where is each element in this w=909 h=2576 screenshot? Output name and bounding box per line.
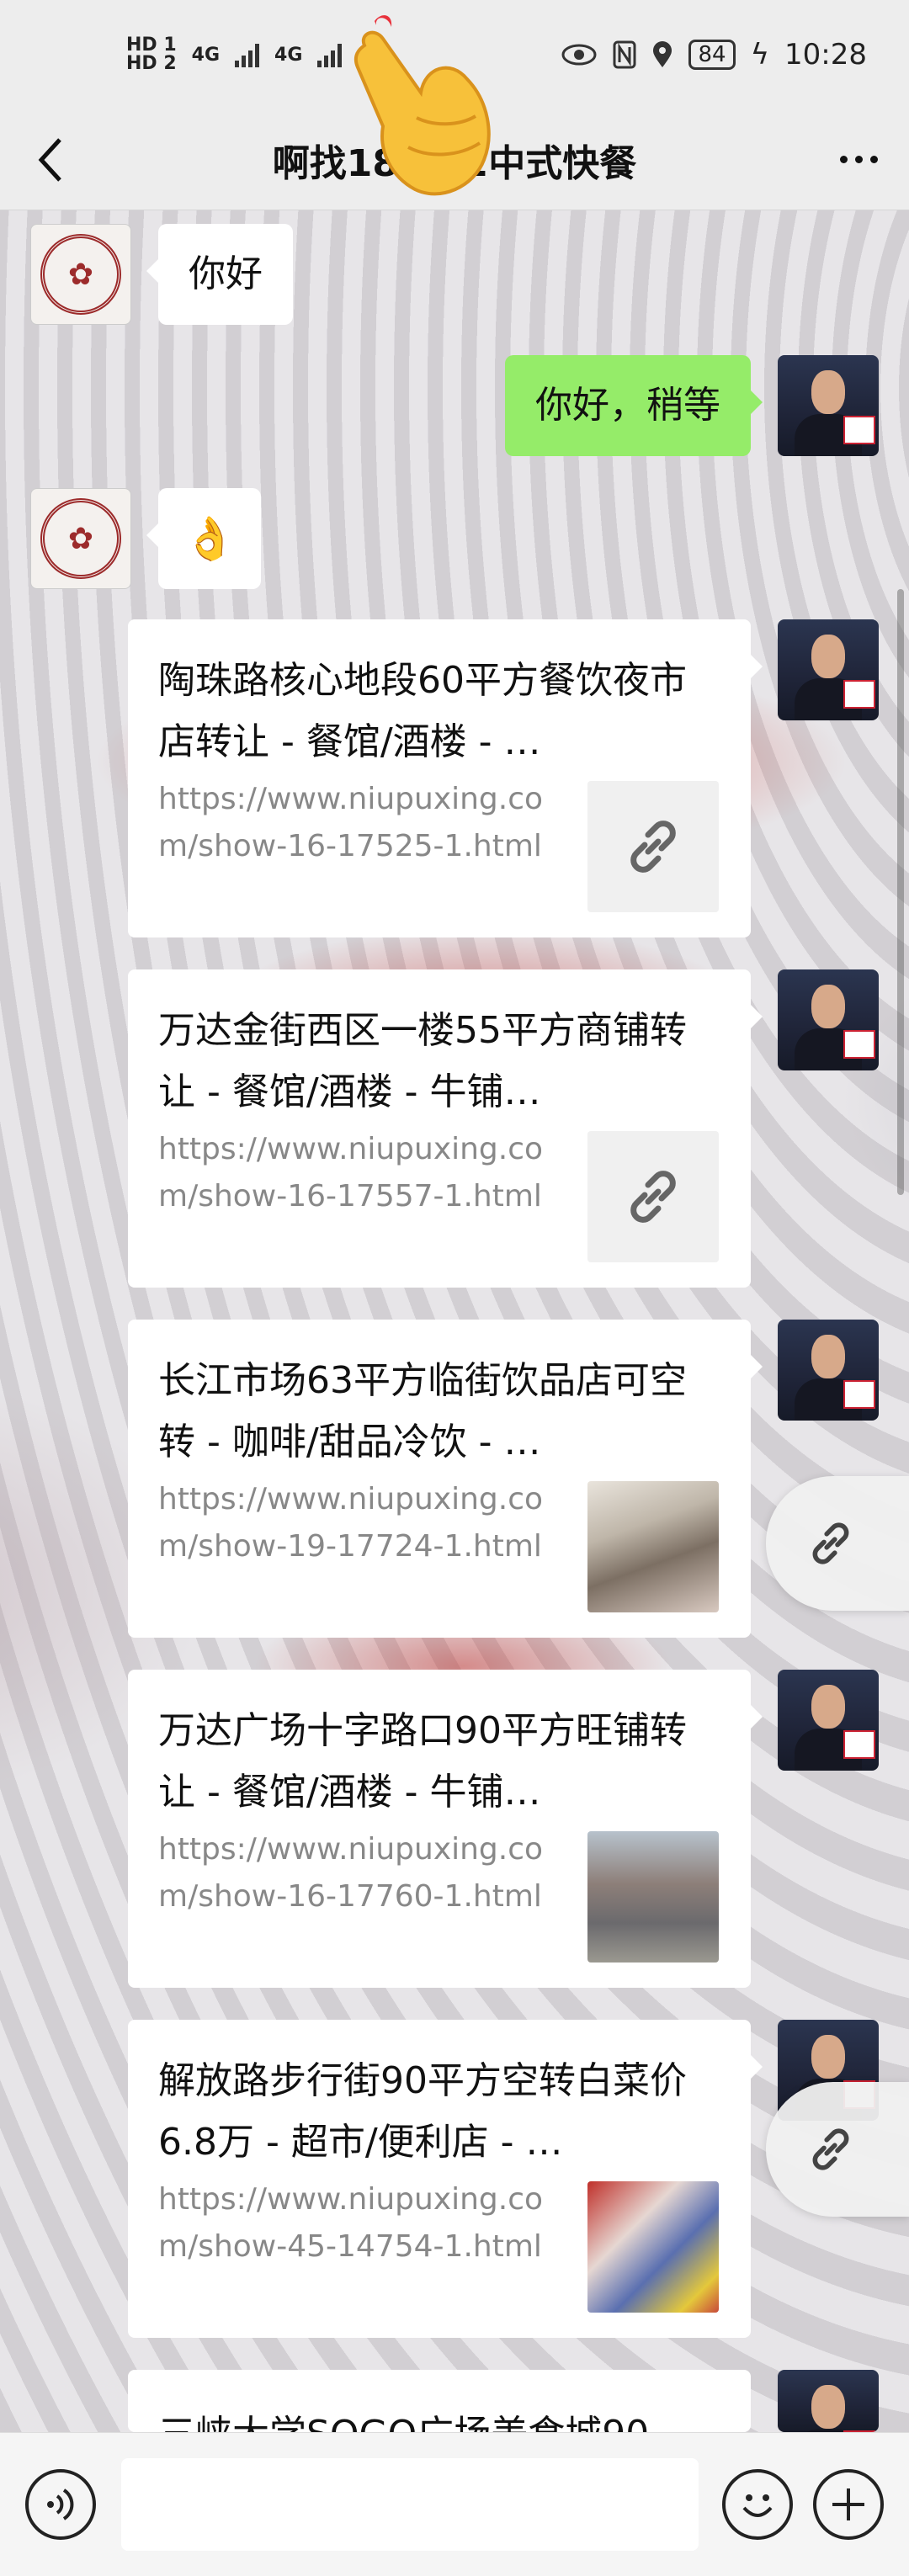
link-thumb	[587, 781, 719, 912]
link-icon	[630, 1171, 676, 1223]
ok-hand-emoji: 👌	[183, 513, 237, 563]
chevron-left-icon	[38, 137, 61, 182]
plus-icon	[832, 2488, 864, 2520]
message-bubble[interactable]: 你好	[146, 224, 293, 325]
link-card-url: https://www.niupuxing.com/show-16-17760-…	[158, 1832, 544, 1914]
link-card[interactable]: 万达金街西区一楼55平方商铺转让 - 餐馆/酒楼 - 牛铺… https://w…	[128, 969, 763, 1288]
signal-icon	[317, 42, 343, 67]
link-card[interactable]: 三峡大学SOGO广场美食城90	[128, 2370, 751, 2432]
link-card-title: 陶珠路核心地段60平方餐饮夜市店转让 - 餐馆/酒楼 - …	[158, 659, 687, 763]
status-right: 84 ϟ 10:28	[561, 38, 867, 72]
link-icon	[630, 821, 676, 873]
message-bubble[interactable]: 👌	[146, 488, 262, 589]
message-bubble-self[interactable]: 你好，稍等	[505, 355, 763, 456]
seal-logo: ✿	[40, 234, 121, 315]
link-card[interactable]: 长江市场63平方临街饮品店可空转 - 咖啡/甜品冷饮 - … https://w…	[128, 1320, 763, 1638]
location-icon	[653, 41, 672, 67]
link-card-title: 万达金街西区一楼55平方商铺转让 - 餐馆/酒楼 - 牛铺…	[158, 1009, 687, 1113]
link-card[interactable]: 万达广场十字路口90平方旺铺转让 - 餐馆/酒楼 - 牛铺… https://w…	[128, 1670, 763, 1988]
floating-link-button[interactable]	[766, 1476, 909, 1611]
emoji-button[interactable]	[722, 2469, 793, 2540]
my-avatar[interactable]	[778, 619, 879, 720]
network-label: 4G	[191, 44, 221, 66]
message-text: 你好	[189, 252, 263, 296]
link-card-url: https://www.niupuxing.com/show-16-17557-…	[158, 1132, 544, 1214]
link-thumb-photo	[587, 1831, 719, 1963]
more-dots-icon	[839, 156, 848, 163]
link-card[interactable]: 陶珠路核心地段60平方餐饮夜市店转让 - 餐馆/酒楼 - … https://w…	[128, 619, 763, 937]
link-card-title: 万达广场十字路口90平方旺铺转让 - 餐馆/酒楼 - 牛铺…	[158, 1709, 687, 1814]
emoji-icon	[742, 2494, 773, 2517]
scrollbar[interactable]	[897, 589, 904, 1195]
charging-icon: ϟ	[750, 38, 770, 72]
my-avatar[interactable]	[778, 1320, 879, 1421]
battery-level: 84	[688, 40, 736, 70]
link-thumb-photo	[587, 2181, 719, 2313]
hd-badge: HD 1	[126, 35, 177, 56]
link-icon	[812, 2128, 849, 2170]
contact-avatar[interactable]: ✿	[30, 488, 131, 589]
link-card-title: 解放路步行街90平方空转白菜价6.8万 - 超市/便利店 - …	[158, 2059, 687, 2164]
back-button[interactable]	[0, 109, 101, 210]
link-card[interactable]: 解放路步行街90平方空转白菜价6.8万 - 超市/便利店 - … https:/…	[128, 2020, 763, 2338]
my-avatar[interactable]	[778, 355, 879, 456]
signal-icon	[235, 42, 260, 67]
hd-badge: HD 2	[126, 53, 177, 74]
eye-icon	[561, 44, 597, 66]
link-card-title: 三峡大学SOGO广场美食城90	[158, 2403, 720, 2432]
contact-avatar[interactable]: ✿	[30, 224, 131, 325]
message-input[interactable]	[121, 2458, 699, 2551]
seal-logo: ✿	[40, 498, 121, 579]
hd-badges: HD 1 HD 2	[126, 36, 177, 73]
voice-button[interactable]	[25, 2469, 96, 2540]
link-thumb-photo	[587, 1481, 719, 1612]
voice-icon	[47, 2488, 74, 2520]
more-button[interactable]	[808, 109, 909, 210]
nfc-icon	[613, 40, 636, 69]
link-card-url: https://www.niupuxing.com/show-16-17525-…	[158, 782, 544, 863]
status-time: 10:28	[784, 38, 867, 72]
my-avatar[interactable]	[778, 1670, 879, 1771]
link-card-title: 长江市场63平方临街饮品店可空转 - 咖啡/甜品冷饮 - …	[158, 1359, 687, 1463]
network-label: 4G	[274, 44, 303, 66]
pointing-hand-sticker	[354, 15, 491, 196]
link-thumb	[587, 1131, 719, 1262]
message-text: 你好，稍等	[535, 384, 720, 428]
link-card-url: https://www.niupuxing.com/show-19-17724-…	[158, 1482, 544, 1564]
my-avatar[interactable]	[778, 2370, 879, 2432]
link-icon	[812, 1522, 849, 1564]
input-bar	[0, 2432, 909, 2576]
my-avatar[interactable]	[778, 969, 879, 1070]
floating-link-button[interactable]	[766, 2082, 909, 2217]
plus-button[interactable]	[813, 2469, 884, 2540]
link-card-url: https://www.niupuxing.com/show-45-14754-…	[158, 2182, 544, 2264]
